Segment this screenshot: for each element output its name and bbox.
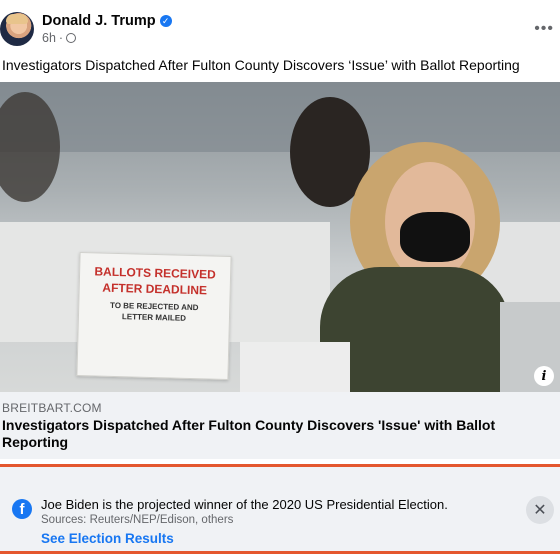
close-icon[interactable]: ✕	[526, 496, 554, 524]
sign-line-2: TO BE REJECTED AND LETTER MAILED	[109, 300, 199, 323]
see-election-results-link[interactable]: See Election Results	[41, 531, 174, 546]
post-text: Investigators Dispatched After Fulton Co…	[2, 57, 520, 73]
image-background	[0, 82, 560, 152]
post-meta: 6h ·	[42, 31, 77, 45]
post-card: Donald J. Trump ✓ 6h · ••• Investigators…	[0, 0, 560, 560]
post-author[interactable]: Donald J. Trump ✓	[42, 13, 172, 29]
meta-separator: ·	[58, 31, 64, 45]
verified-badge-icon: ✓	[159, 15, 172, 27]
image-desk-items	[240, 342, 350, 392]
image-mask	[400, 212, 470, 262]
globe-icon	[66, 33, 77, 43]
post-image[interactable]: BALLOTS RECEIVED AFTER DEADLINE TO BE RE…	[0, 82, 560, 392]
link-title[interactable]: Investigators Dispatched After Fulton Co…	[2, 417, 542, 451]
sign-line-1: BALLOTS RECEIVED AFTER DEADLINE	[94, 264, 216, 298]
link-preview[interactable]: BREITBART.COM Investigators Dispatched A…	[0, 392, 560, 459]
election-sources: Sources: Reuters/NEP/Edison, others	[41, 514, 234, 526]
election-message: Joe Biden is the projected winner of the…	[41, 497, 448, 512]
election-banner-content: f Joe Biden is the projected winner of t…	[0, 477, 560, 546]
author-name[interactable]: Donald J. Trump	[42, 13, 156, 29]
ballot-sign: BALLOTS RECEIVED AFTER DEADLINE TO BE RE…	[76, 252, 232, 380]
info-icon[interactable]: i	[534, 366, 554, 386]
facebook-icon: f	[12, 499, 32, 519]
link-domain: BREITBART.COM	[2, 401, 102, 415]
author-avatar[interactable]	[0, 12, 34, 46]
more-options-icon[interactable]: •••	[534, 20, 554, 38]
election-banner: f Joe Biden is the projected winner of t…	[0, 464, 560, 554]
post-time[interactable]: 6h	[42, 31, 56, 45]
